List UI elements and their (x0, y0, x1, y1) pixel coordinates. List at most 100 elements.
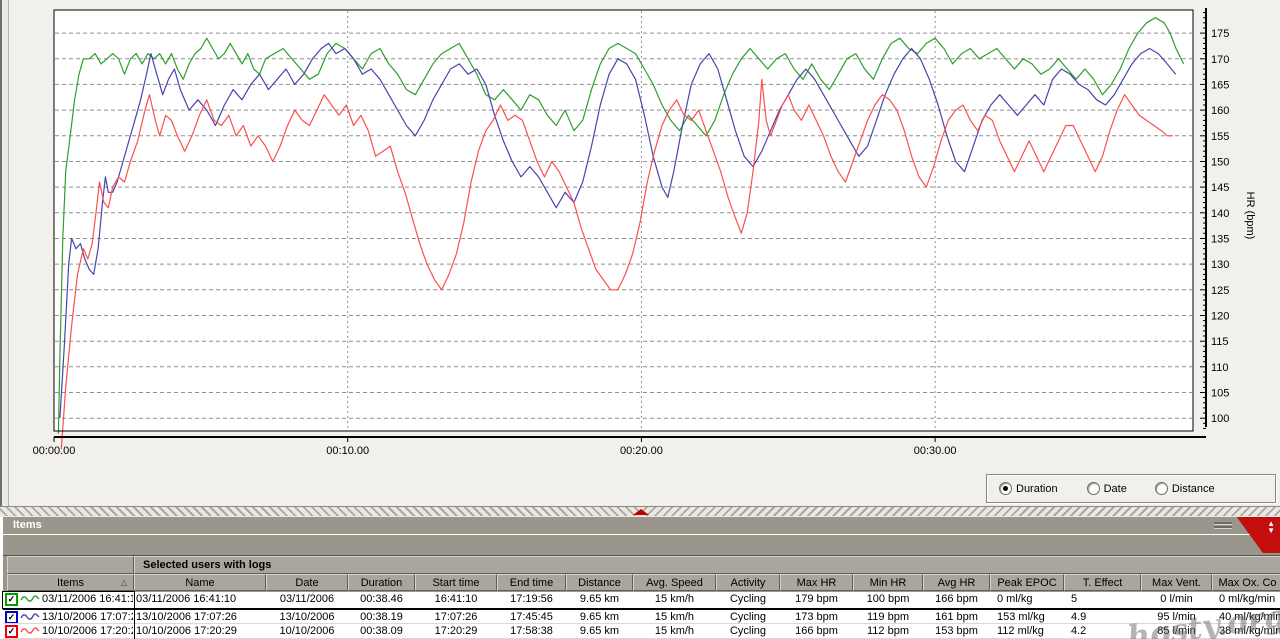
radio-circle-icon[interactable] (999, 482, 1012, 495)
cell-avg-speed: 15 km/h (633, 624, 716, 638)
y-tick-label: 100 (1211, 413, 1229, 425)
y-tick-label: 145 (1211, 182, 1229, 194)
radio-circle-icon[interactable] (1155, 482, 1168, 495)
column-header-t-effect[interactable]: T. Effect (1064, 574, 1141, 591)
group-header-blank-cell (7, 556, 134, 574)
cell-items: ✓ 10/10/2006 17:20:29 (3, 624, 134, 638)
radio-date[interactable]: Date (1087, 482, 1127, 495)
column-header-duration[interactable]: Duration (348, 574, 415, 591)
column-header-name[interactable]: Name (134, 574, 266, 591)
y-tick-label: 165 (1211, 79, 1229, 91)
cell-name: 13/10/2006 17:07:26 (134, 610, 266, 623)
items-toolbar-strip (3, 535, 1280, 556)
group-header-label: Selected users with logs (134, 556, 1280, 574)
items-panel-title: Items (13, 519, 42, 531)
cell-avg-hr: 166 bpm (923, 592, 990, 608)
column-header-date[interactable]: Date (266, 574, 348, 591)
column-header-items[interactable]: Items△ (7, 574, 134, 591)
column-header-max-vent-[interactable]: Max Vent. (1141, 574, 1212, 591)
cell-end-time: 17:58:38 (497, 624, 566, 638)
training-app-window: 1001051101151201251301351401451501551601… (0, 0, 1280, 639)
cell-start-time: 16:41:10 (415, 592, 497, 608)
column-header-avg-speed[interactable]: Avg. Speed (633, 574, 716, 591)
cell-date: 13/10/2006 (266, 610, 348, 623)
cell-distance: 9.65 km (566, 624, 633, 638)
cell-duration: 00:38.46 (348, 592, 415, 608)
y-tick-label: 135 (1211, 234, 1229, 246)
cell-activity: Cycling (716, 610, 780, 623)
cell-items: ✓ 03/11/2006 16:41:10 (3, 592, 134, 608)
cell-avg-hr: 161 bpm (923, 610, 990, 623)
log-item-label: 10/10/2006 17:20:29 (42, 625, 133, 637)
column-header-max-hr[interactable]: Max HR (780, 574, 853, 591)
radio-duration[interactable]: Duration (999, 482, 1058, 495)
y-tick-label: 155 (1211, 131, 1229, 143)
items-titlebar: Items (3, 517, 1280, 535)
splitter-collapse-icon[interactable] (633, 509, 649, 515)
x-tick-label: 00:00.00 (33, 445, 76, 457)
log-row-1[interactable]: ✓13/10/2006 17:07:2613/10/2006 17:07:261… (3, 610, 1280, 624)
column-header-avg-hr[interactable]: Avg HR (923, 574, 990, 591)
column-header-end-time[interactable]: End time (497, 574, 566, 591)
log-row-0[interactable]: ✓ 03/11/2006 16:41:1003/11/2006 16:41:10 0… (3, 592, 1280, 610)
y-tick-label: 130 (1211, 259, 1229, 271)
table-header-row: Items△NameDateDurationStart timeEnd time… (3, 574, 1280, 591)
y-axis-title: HR (bpm) (1244, 192, 1256, 240)
y-tick-label: 170 (1211, 54, 1229, 66)
log-row-2[interactable]: ✓10/10/2006 17:20:2910/10/2006 17:20:291… (3, 624, 1280, 639)
column-header-max-ox-co[interactable]: Max Ox. Co (1212, 574, 1280, 591)
log-checkbox[interactable]: ✓ (5, 625, 18, 638)
cell-peak-epoc: 112 ml/kg (990, 624, 1064, 638)
radio-label: Distance (1172, 483, 1215, 495)
cell-name: 10/10/2006 17:20:29 (134, 624, 266, 638)
log-curve-icon (20, 626, 40, 636)
cell-avg-speed: 15 km/h (633, 592, 716, 608)
cell-avg-hr: 153 bpm (923, 624, 990, 638)
log-item-label: 03/11/2006 16:41:10 (42, 593, 133, 605)
x-tick-label: 00:10.00 (326, 445, 369, 457)
plot-background (54, 10, 1193, 431)
y-tick-label: 115 (1211, 336, 1229, 348)
log-item-label: 13/10/2006 17:07:26 (42, 611, 133, 623)
column-header-distance[interactable]: Distance (566, 574, 633, 591)
column-header-min-hr[interactable]: Min HR (853, 574, 923, 591)
cell-duration: 00:38.19 (348, 610, 415, 623)
splitter-hatch-right (640, 507, 1280, 516)
radio-circle-icon[interactable] (1087, 482, 1100, 495)
cell-min-hr: 112 bpm (853, 624, 923, 638)
cell-items: ✓ 13/10/2006 17:07:26 (3, 610, 134, 623)
cell-end-time: 17:45:45 (497, 610, 566, 623)
cell-max-vent-: 0 l/min (1141, 592, 1212, 608)
cell-t-effect: 5 (1064, 592, 1141, 608)
cell-min-hr: 119 bpm (853, 610, 923, 623)
cell-activity: Cycling (716, 624, 780, 638)
cell-date: 10/10/2006 (266, 624, 348, 638)
log-curve-icon (20, 612, 40, 622)
radio-label: Date (1104, 483, 1127, 495)
x-tick-label: 00:30.00 (914, 445, 957, 457)
log-checkbox[interactable]: ✓ (5, 611, 18, 623)
column-header-activity[interactable]: Activity (716, 574, 780, 591)
x-axis-mode-group: Duration Date Distance (986, 474, 1276, 503)
cell-start-time: 17:20:29 (415, 624, 497, 638)
cell-max-hr: 179 bpm (780, 592, 853, 608)
y-tick-label: 125 (1211, 285, 1229, 297)
panel-grip-icon[interactable] (1214, 522, 1232, 530)
table-group-header-row: Selected users with logs (3, 556, 1280, 574)
cell-end-time: 17:19:56 (497, 592, 566, 608)
cell-min-hr: 100 bpm (853, 592, 923, 608)
log-checkbox[interactable]: ✓ (5, 593, 18, 606)
up-down-arrows-icon: ▲▼ (1267, 520, 1275, 534)
splitter-hatch-left (0, 507, 640, 516)
column-header-start-time[interactable]: Start time (415, 574, 497, 591)
radio-label: Duration (1016, 483, 1058, 495)
cell-max-hr: 166 bpm (780, 624, 853, 638)
x-tick-label: 00:20.00 (620, 445, 663, 457)
radio-distance[interactable]: Distance (1155, 482, 1215, 495)
y-tick-label: 105 (1211, 388, 1229, 400)
cell-duration: 00:38.09 (348, 624, 415, 638)
log-curve-icon (20, 594, 40, 604)
cell-activity: Cycling (716, 592, 780, 608)
column-header-peak-epoc[interactable]: Peak EPOC (990, 574, 1064, 591)
table-rows-area: ✓ 03/11/2006 16:41:1003/11/2006 16:41:10 0… (3, 592, 1280, 639)
